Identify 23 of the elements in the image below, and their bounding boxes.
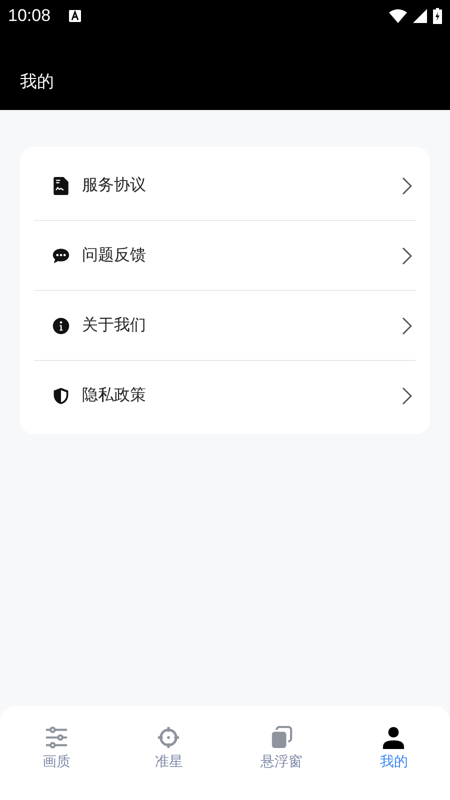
wifi-icon [389,9,407,23]
menu-item[interactable]: 问题反馈 [34,221,416,291]
person-icon [382,726,406,749]
sliders-icon [44,726,68,749]
chevron-right-icon [402,386,412,404]
nav-tab[interactable]: 我的 [338,706,450,800]
chat-bubble-icon [52,246,70,264]
notification-icon [68,10,81,22]
menu-item[interactable]: 服务协议 [34,151,416,221]
signal-icon [413,9,427,23]
document-icon [52,176,70,194]
chevron-right-icon [402,316,412,334]
chevron-right-icon [402,246,412,264]
shield-icon [52,386,70,404]
info-icon [52,316,70,334]
menu-item[interactable]: 关于我们 [34,291,416,361]
battery-icon [433,8,442,24]
status-time: 10:08 [8,6,51,26]
menu-item[interactable]: 隐私政策 [34,361,416,430]
windows-icon [270,726,293,749]
chevron-right-icon [402,176,412,194]
crosshair-icon [157,726,180,749]
page-title: 我的 [20,71,55,93]
